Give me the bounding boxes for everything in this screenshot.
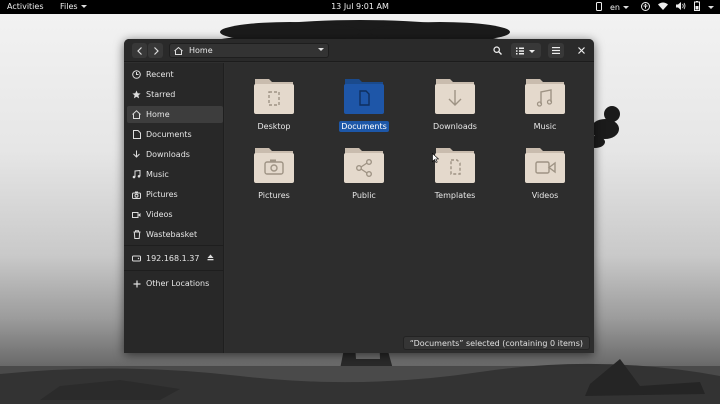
files-window: Home Recent Starred Home Documents Downl… bbox=[124, 39, 594, 353]
folder-item-templates[interactable]: Templates bbox=[422, 140, 488, 206]
sidebar-item-network-drive[interactable]: 192.168.1.37 bbox=[127, 250, 223, 267]
music-icon bbox=[132, 170, 141, 179]
folder-label: Pictures bbox=[258, 191, 290, 200]
download-icon bbox=[132, 150, 141, 159]
camera-icon bbox=[132, 190, 141, 199]
sidebar-item-recent[interactable]: Recent bbox=[127, 66, 223, 83]
sidebar-item-label: Other Locations bbox=[146, 279, 210, 288]
accessibility-icon[interactable] bbox=[641, 1, 650, 13]
folder-label: Videos bbox=[531, 191, 559, 200]
chevron-left-icon bbox=[136, 46, 142, 55]
sidebar-item-videos[interactable]: Videos bbox=[127, 206, 223, 223]
trash-icon bbox=[132, 230, 141, 239]
close-button[interactable] bbox=[574, 43, 588, 58]
language-selector[interactable]: en bbox=[610, 3, 629, 12]
sidebar-item-label: Pictures bbox=[146, 190, 178, 199]
folder-label: Documents bbox=[339, 121, 389, 132]
search-icon bbox=[492, 46, 502, 55]
back-button[interactable] bbox=[132, 43, 147, 58]
folder-label: Downloads bbox=[433, 122, 477, 131]
document-icon bbox=[132, 130, 141, 139]
chevron-down-icon bbox=[623, 5, 629, 9]
wifi-icon[interactable] bbox=[658, 2, 668, 12]
chevron-down-icon bbox=[80, 5, 87, 8]
clock[interactable]: 13 Jul 9:01 AM bbox=[331, 2, 389, 11]
main-menu-button[interactable] bbox=[548, 43, 564, 58]
sidebar-item-label: Wastebasket bbox=[146, 230, 198, 239]
folder-icon bbox=[253, 144, 295, 184]
folder-icon bbox=[434, 75, 476, 115]
sidebar-item-label: Downloads bbox=[146, 150, 190, 159]
folder-item-music[interactable]: Music bbox=[512, 71, 578, 137]
folder-label: Desktop bbox=[257, 122, 291, 131]
volume-icon[interactable] bbox=[676, 2, 686, 12]
sidebar-item-label: Music bbox=[146, 170, 169, 179]
folder-label: Public bbox=[352, 191, 376, 200]
folder-label: Music bbox=[533, 122, 557, 131]
status-bar: “Documents” selected (containing 0 items… bbox=[402, 336, 590, 350]
file-view[interactable]: Desktop Documents Downloads Music Pictur… bbox=[225, 63, 594, 353]
path-bar[interactable]: Home bbox=[169, 43, 329, 58]
sidebar-item-pictures[interactable]: Pictures bbox=[127, 186, 223, 203]
folder-icon bbox=[343, 75, 385, 115]
sidebar-item-label: Recent bbox=[146, 70, 174, 79]
star-icon bbox=[132, 90, 141, 99]
app-menu-label: Files bbox=[60, 2, 78, 11]
folder-icon bbox=[524, 144, 566, 184]
folder-icon bbox=[343, 144, 385, 184]
sidebar-item-music[interactable]: Music bbox=[127, 166, 223, 183]
folder-item-downloads[interactable]: Downloads bbox=[422, 71, 488, 137]
sidebar-divider bbox=[124, 245, 224, 246]
hamburger-icon bbox=[552, 47, 560, 54]
sidebar-item-label: Starred bbox=[146, 90, 176, 99]
activities-button[interactable]: Activities bbox=[7, 2, 44, 11]
clock-icon bbox=[132, 70, 141, 79]
sidebar-item-label: Videos bbox=[146, 210, 173, 219]
battery-icon[interactable] bbox=[694, 1, 700, 13]
drive-icon bbox=[132, 254, 141, 263]
folder-item-public[interactable]: Public bbox=[331, 140, 397, 206]
view-options-button[interactable] bbox=[511, 43, 541, 58]
home-icon bbox=[132, 110, 141, 119]
chevron-right-icon bbox=[153, 46, 159, 55]
sidebar-item-label: Home bbox=[146, 110, 170, 119]
app-menu-button[interactable]: Files bbox=[60, 2, 87, 11]
power-menu-icon[interactable] bbox=[708, 5, 714, 9]
search-button[interactable] bbox=[489, 43, 505, 58]
sidebar-item-label: Documents bbox=[146, 130, 192, 139]
sidebar-item-documents[interactable]: Documents bbox=[127, 126, 223, 143]
sidebar-item-home[interactable]: Home bbox=[127, 106, 223, 123]
folder-icon bbox=[253, 75, 295, 115]
folder-item-pictures[interactable]: Pictures bbox=[241, 140, 307, 206]
top-bar: Activities Files 13 Jul 9:01 AM en bbox=[0, 0, 720, 14]
path-label: Home bbox=[189, 46, 213, 55]
sidebar-item-starred[interactable]: Starred bbox=[127, 86, 223, 103]
video-icon bbox=[132, 210, 141, 219]
folder-item-desktop[interactable]: Desktop bbox=[241, 71, 307, 137]
sidebar-item-wastebasket[interactable]: Wastebasket bbox=[127, 226, 223, 243]
sidebar-item-downloads[interactable]: Downloads bbox=[127, 146, 223, 163]
folder-item-videos[interactable]: Videos bbox=[512, 140, 578, 206]
folder-icon bbox=[434, 144, 476, 184]
close-icon bbox=[577, 47, 585, 54]
chevron-down-icon[interactable] bbox=[318, 48, 324, 51]
path-home-button[interactable]: Home bbox=[170, 44, 230, 57]
language-label: en bbox=[610, 2, 620, 12]
folder-icon bbox=[524, 75, 566, 115]
mouse-cursor-icon bbox=[432, 153, 439, 163]
sidebar-divider bbox=[124, 270, 224, 271]
sidebar-item-other-locations[interactable]: Other Locations bbox=[127, 275, 223, 292]
plus-icon bbox=[132, 279, 141, 288]
folder-label: Templates bbox=[434, 191, 476, 200]
home-icon bbox=[174, 46, 183, 55]
eject-icon[interactable] bbox=[207, 254, 214, 263]
sidebar: Recent Starred Home Documents Downloads … bbox=[124, 63, 224, 353]
forward-button[interactable] bbox=[148, 43, 163, 58]
sidebar-item-label: 192.168.1.37 bbox=[146, 254, 200, 263]
header-bar: Home bbox=[124, 39, 594, 62]
phone-icon[interactable] bbox=[596, 1, 602, 13]
list-view-icon bbox=[516, 47, 535, 54]
status-text: “Documents” selected (containing 0 items… bbox=[409, 338, 583, 348]
folder-item-documents[interactable]: Documents bbox=[331, 71, 397, 137]
